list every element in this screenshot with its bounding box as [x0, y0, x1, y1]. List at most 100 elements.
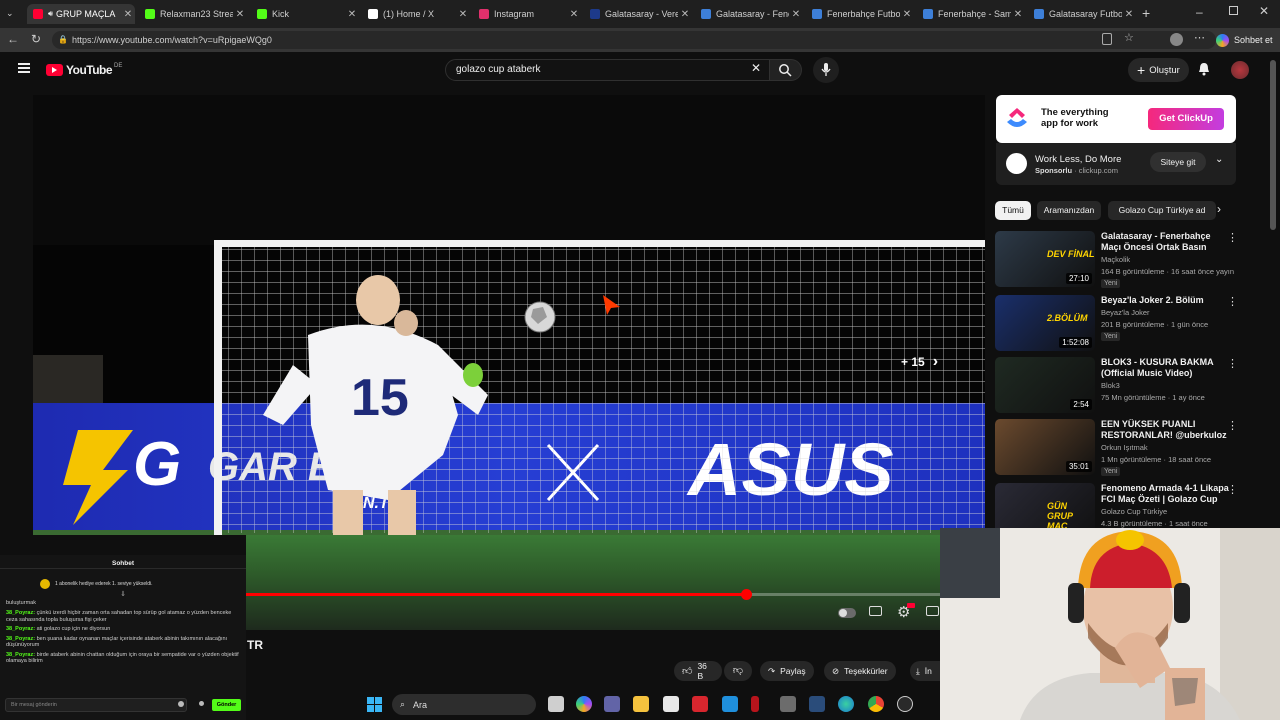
minimize-icon[interactable]: –	[1196, 5, 1203, 19]
video-title[interactable]: Fenomeno Armada 4-1 Likapa FCI Maç Özeti…	[1101, 483, 1229, 505]
video-thumbnail[interactable]: 35:01	[995, 419, 1095, 475]
more-actions-icon[interactable]: ⋮	[1227, 419, 1238, 432]
close-window-icon[interactable]: ✕	[1259, 4, 1269, 18]
site-info-icon[interactable]: 🔒	[58, 31, 68, 49]
tab-2[interactable]: Relaxman23 Stream✕	[139, 4, 247, 24]
close-tab-icon[interactable]: ✕	[233, 9, 247, 20]
video-title[interactable]: Beyaz'la Joker 2. Bölüm	[1101, 295, 1229, 306]
video-player[interactable]: G GAR E N.TR ASUS 15 + 15 ›	[33, 95, 985, 535]
account-avatar[interactable]	[1231, 61, 1249, 79]
file-explorer-icon[interactable]	[633, 696, 649, 712]
chat-username[interactable]: 38_Poyraz:	[6, 652, 35, 658]
taskbar-search-box[interactable]: ⌕ Ara	[392, 694, 536, 715]
teams-icon[interactable]	[604, 696, 620, 712]
video-thumbnail[interactable]: 2:54	[995, 357, 1095, 413]
address-bar[interactable]: 🔒 https://www.youtube.com/watch?v=uRpiga…	[52, 31, 1216, 49]
guide-menu-icon[interactable]	[18, 63, 30, 73]
notifications-bell-icon[interactable]	[1198, 62, 1210, 76]
channel-name[interactable]: Orkun Işıtmak	[1101, 443, 1148, 452]
chat-message-input[interactable]: Bir mesaj gönderin	[5, 698, 187, 712]
close-tab-icon[interactable]: ✕	[345, 9, 359, 20]
channel-name[interactable]: Beyaz'la Joker	[1101, 308, 1150, 317]
progress-scrubber[interactable]	[740, 589, 752, 600]
video-thumbnail[interactable]: DEV FİNAL 27:10	[995, 231, 1095, 287]
recommended-video[interactable]: 35:01 EEN YÜKSEK PUANLI RESTORANLAR! @ube…	[995, 419, 1245, 477]
more-actions-icon[interactable]: ⋮	[1227, 231, 1238, 244]
close-tab-icon[interactable]: ✕	[1122, 9, 1136, 20]
more-actions-icon[interactable]: ⋮	[1227, 295, 1238, 308]
page-scrollbar[interactable]	[1270, 60, 1276, 230]
copilot-taskbar-icon[interactable]	[576, 696, 592, 712]
close-tab-icon[interactable]: ✕	[789, 9, 803, 20]
close-tab-icon[interactable]: ✕	[678, 9, 692, 20]
audio-playing-icon[interactable]: 🔊︎	[48, 9, 53, 19]
recommended-video[interactable]: DEV FİNAL 27:10 Galatasaray - Fenerbahçe M…	[995, 231, 1245, 289]
autoplay-toggle[interactable]	[838, 608, 856, 618]
extensions-icon[interactable]	[1102, 33, 1112, 45]
ad-visit-button[interactable]: Siteye git	[1150, 152, 1206, 172]
share-button[interactable]: ↷ Paylaş	[760, 661, 814, 681]
voice-search-button[interactable]	[813, 57, 839, 83]
media-app-icon[interactable]	[751, 696, 759, 712]
chat-send-button[interactable]: Gönder	[212, 699, 241, 711]
skip-forward-button[interactable]: + 15 ›	[901, 353, 938, 371]
chip-1[interactable]: Tümü	[995, 201, 1031, 220]
search-button[interactable]	[770, 59, 802, 81]
close-tab-icon[interactable]: ✕	[567, 9, 581, 20]
video-thumbnail[interactable]: 2.BÖLÜM 1:52:08	[995, 295, 1095, 351]
ad-cta-button[interactable]: Get ClickUp	[1148, 108, 1224, 130]
favorites-icon[interactable]: ☆	[1124, 31, 1134, 44]
video-title[interactable]: EEN YÜKSEK PUANLI RESTORANLAR! @uberkulo…	[1101, 419, 1229, 441]
dislike-button[interactable]: 👎︎	[724, 661, 752, 681]
tab-actions-chevron-icon[interactable]: ⌄	[6, 8, 14, 19]
vscode-icon[interactable]	[722, 696, 738, 712]
tab-1[interactable]: 🔊︎ GRUP MAÇLA ✕	[27, 4, 135, 24]
tab-3[interactable]: Kick ✕	[251, 4, 359, 24]
more-actions-icon[interactable]: ⋮	[1227, 357, 1238, 370]
chat-username[interactable]: 38_Poyraz:	[6, 610, 35, 616]
recommended-video[interactable]: 2.BÖLÜM 1:52:08 Beyaz'la Joker 2. Bölüm Bey…	[995, 295, 1245, 353]
windows-start-icon[interactable]	[367, 697, 382, 712]
ad-expand-chevron-icon[interactable]: ⌄	[1215, 154, 1223, 165]
chrome-icon[interactable]	[868, 696, 884, 712]
subtitles-icon[interactable]	[869, 606, 882, 616]
more-actions-icon[interactable]: ⋮	[1227, 483, 1238, 496]
like-button[interactable]: 👍︎ 36 B	[674, 661, 722, 681]
new-tab-icon[interactable]: +	[1142, 5, 1150, 21]
miniplayer-icon[interactable]	[926, 606, 939, 616]
close-tab-icon[interactable]: ✕	[900, 9, 914, 20]
search-input[interactable]: golazo cup ataberk	[445, 59, 770, 81]
channel-name[interactable]: Golazo Cup Türkiye	[1101, 507, 1167, 516]
chip-2[interactable]: Aramanızdan	[1037, 201, 1101, 220]
chat-settings-icon[interactable]	[199, 701, 204, 706]
close-tab-icon[interactable]: ✕	[1011, 9, 1025, 20]
channel-name[interactable]: Blok3	[1101, 381, 1120, 390]
chat-scroll-down-icon[interactable]: ⇓	[0, 591, 246, 598]
restore-icon[interactable]	[1229, 6, 1238, 15]
tab-9[interactable]: Fenerbahçe - Samsun✕	[917, 4, 1025, 24]
close-tab-icon[interactable]: ✕	[121, 9, 135, 20]
tab-6[interactable]: Galatasaray - Verein✕	[584, 4, 692, 24]
tab-10[interactable]: Galatasaray Futbol T✕	[1028, 4, 1136, 24]
back-icon[interactable]: ←	[7, 32, 19, 46]
obs-icon[interactable]	[897, 696, 913, 712]
video-title[interactable]: BLOK3 - KUSURA BAKMA (Official Music Vid…	[1101, 357, 1229, 379]
more-menu-icon[interactable]: ⋯	[1194, 31, 1205, 44]
emoji-icon[interactable]	[178, 701, 184, 707]
copilot-button[interactable]: Sohbet et	[1216, 32, 1273, 48]
progress-bar[interactable]	[246, 589, 940, 600]
chat-username[interactable]: 38_Poyraz:	[6, 636, 35, 642]
youtube-logo[interactable]: YouTube DE	[46, 63, 122, 77]
create-button[interactable]: + Oluştur	[1128, 58, 1189, 82]
thanks-button[interactable]: ⊘ Teşekkürler	[824, 661, 896, 681]
task-view-icon[interactable]	[548, 696, 564, 712]
chat-username[interactable]: 38_Poyraz:	[6, 626, 35, 632]
app-icon[interactable]	[780, 696, 796, 712]
tab-5[interactable]: Instagram ✕	[473, 4, 581, 24]
store-icon[interactable]	[663, 696, 679, 712]
download-button[interactable]: ⤓ İn	[910, 661, 940, 681]
close-tab-icon[interactable]: ✕	[456, 9, 470, 20]
chips-next-chevron-icon[interactable]: ›	[1217, 202, 1221, 216]
ad-banner[interactable]: The everything app for work Get ClickUp	[996, 95, 1236, 143]
antivirus-icon[interactable]	[692, 696, 708, 712]
